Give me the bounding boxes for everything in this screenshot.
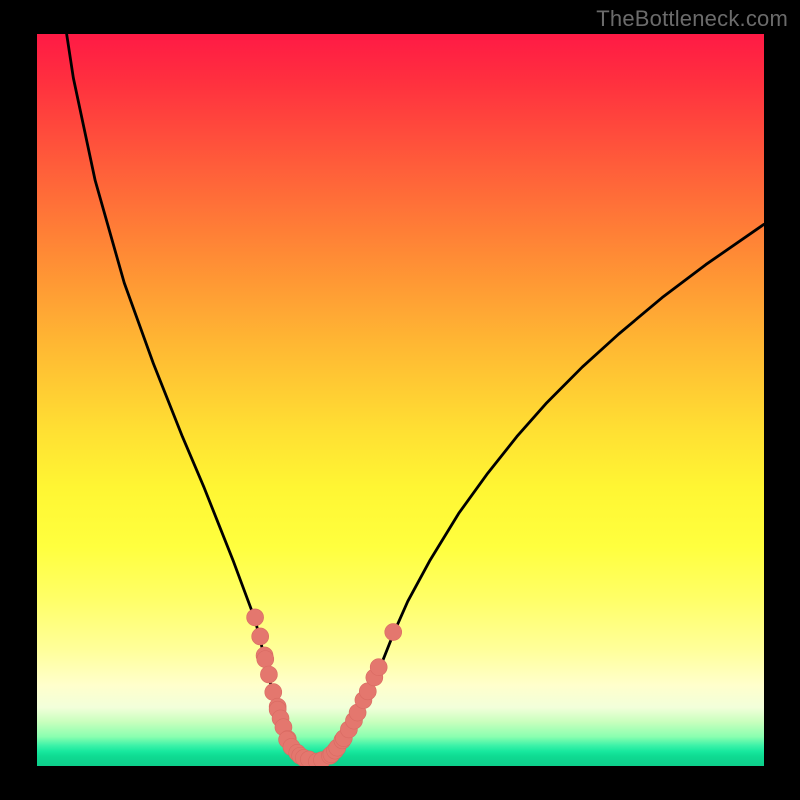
data-point-left <box>257 651 274 668</box>
data-point-right <box>385 624 402 641</box>
data-point-left <box>260 666 277 683</box>
data-point-left <box>252 628 269 645</box>
data-point-right <box>370 659 387 676</box>
chart-frame: TheBottleneck.com <box>0 0 800 800</box>
watermark-text: TheBottleneck.com <box>596 6 788 32</box>
chart-svg <box>37 34 764 766</box>
data-point-left <box>265 684 282 701</box>
data-point-left <box>247 609 264 626</box>
bottleneck-curve <box>59 34 764 762</box>
plot-area <box>37 34 764 766</box>
